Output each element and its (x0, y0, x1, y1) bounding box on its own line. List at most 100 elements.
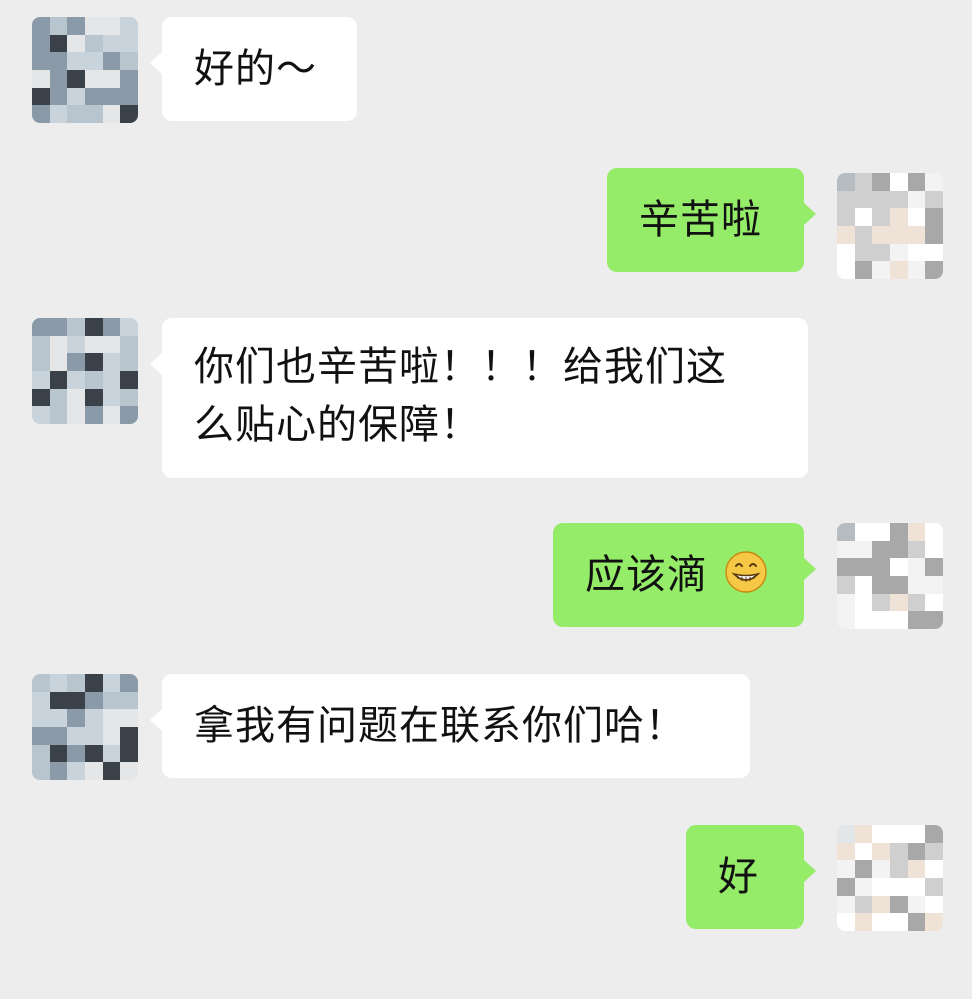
avatar-pixel (907, 173, 926, 191)
avatar-pixel (102, 69, 121, 88)
avatar-pixel (120, 388, 138, 407)
contact-avatar[interactable] (32, 17, 138, 123)
message-text: 辛苦啦 (639, 197, 762, 243)
avatar-pixel (925, 225, 943, 244)
avatar-pixel (907, 860, 926, 878)
message-bubble-outgoing[interactable]: 好 (686, 825, 816, 929)
avatar-pixel (67, 406, 85, 424)
avatar-pixel (67, 69, 85, 88)
avatar-pixel (120, 709, 138, 727)
avatar-pixel (925, 173, 943, 191)
avatar-pixel (102, 691, 121, 710)
avatar-pixel (837, 225, 855, 244)
avatar-pixel (84, 87, 103, 106)
avatar-pixel (49, 353, 68, 371)
avatar-pixel (49, 370, 68, 389)
avatar-pixel (120, 762, 138, 780)
avatar-pixel (854, 825, 873, 843)
avatar-pixel (907, 877, 926, 896)
avatar-pixel (854, 842, 873, 861)
avatar-pixel (872, 261, 890, 279)
avatar-pixel (889, 208, 908, 226)
avatar-pixel (84, 370, 103, 389)
avatar-pixel (49, 87, 68, 106)
message-bubble-incoming[interactable]: 好的～ (150, 17, 357, 121)
avatar-pixel (925, 575, 943, 594)
avatar-pixel (102, 52, 121, 70)
own-avatar[interactable] (837, 523, 943, 629)
avatar-pixel (120, 691, 138, 710)
avatar-pixel (854, 895, 873, 914)
avatar-pixel (889, 190, 908, 209)
avatar-pixel (889, 895, 908, 914)
avatar-pixel (889, 611, 908, 629)
avatar-pixel (120, 69, 138, 88)
message-bubble-incoming[interactable]: 你们也辛苦啦！！！给我们这 么贴心的保障！ (150, 318, 808, 478)
avatar-pixel (49, 762, 68, 780)
avatar-pixel (889, 860, 908, 878)
avatar-pixel (872, 895, 890, 914)
own-avatar[interactable] (837, 825, 943, 931)
message-text-line: 么贴心的保障！ (194, 402, 481, 448)
contact-avatar[interactable] (32, 318, 138, 424)
avatar-pixel (925, 860, 943, 878)
avatar-pixel (67, 691, 85, 710)
avatar-pixel (102, 674, 121, 692)
avatar-pixel (120, 744, 138, 763)
avatar-pixel (102, 335, 121, 354)
avatar-pixel (49, 34, 68, 53)
avatar-pixel (32, 105, 50, 123)
avatar-pixel (32, 388, 50, 407)
own-avatar[interactable] (837, 173, 943, 279)
avatar-pixel (102, 726, 121, 745)
avatar-pixel (872, 523, 890, 541)
avatar-pixel (32, 709, 50, 727)
avatar-pixel (837, 860, 855, 878)
avatar-pixel (854, 593, 873, 612)
avatar-pixel (925, 611, 943, 629)
avatar-pixel (854, 575, 873, 594)
avatar-pixel (32, 87, 50, 106)
avatar-pixel (32, 762, 50, 780)
avatar-pixel (854, 558, 873, 576)
message-bubble-incoming[interactable]: 拿我有问题在联系你们哈！ (150, 674, 750, 778)
avatar-pixel (120, 318, 138, 336)
avatar-pixel (854, 611, 873, 629)
avatar-pixel (49, 52, 68, 70)
avatar-pixel (925, 261, 943, 279)
avatar-pixel (84, 709, 103, 727)
contact-avatar[interactable] (32, 674, 138, 780)
avatar-pixel (84, 726, 103, 745)
avatar-pixel (120, 52, 138, 70)
avatar-pixel (120, 105, 138, 123)
avatar-pixel (925, 190, 943, 209)
avatar-pixel (925, 877, 943, 896)
avatar-pixel (102, 406, 121, 424)
message-bubble-outgoing[interactable]: 应该滴 (553, 523, 816, 627)
avatar-pixel (49, 17, 68, 35)
avatar-pixel (67, 52, 85, 70)
avatar-pixel (32, 406, 50, 424)
message-bubble-outgoing[interactable]: 辛苦啦 (607, 168, 816, 272)
avatar-pixel (925, 523, 943, 541)
avatar-pixel (67, 762, 85, 780)
avatar-pixel (84, 406, 103, 424)
avatar-pixel (67, 709, 85, 727)
avatar-pixel (889, 575, 908, 594)
avatar-pixel (32, 52, 50, 70)
avatar-pixel (84, 674, 103, 692)
avatar-pixel (84, 744, 103, 763)
avatar-pixel (49, 726, 68, 745)
avatar-pixel (872, 877, 890, 896)
avatar-pixel (120, 353, 138, 371)
avatar-pixel (67, 744, 85, 763)
avatar-pixel (837, 261, 855, 279)
avatar-pixel (889, 825, 908, 843)
avatar-pixel (907, 575, 926, 594)
avatar-pixel (102, 17, 121, 35)
avatar-pixel (854, 913, 873, 931)
avatar-pixel (889, 173, 908, 191)
avatar-pixel (925, 842, 943, 861)
avatar-pixel (854, 243, 873, 262)
avatar-pixel (49, 674, 68, 692)
